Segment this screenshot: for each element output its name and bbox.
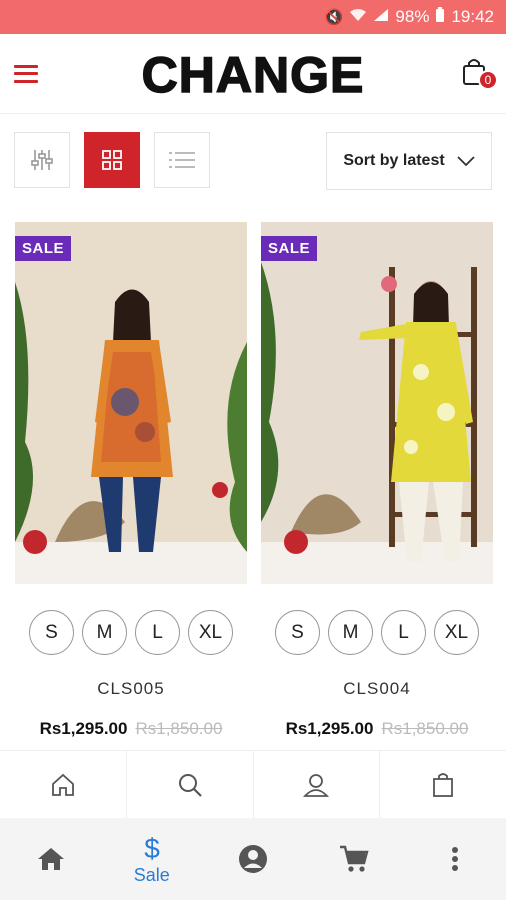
product-title[interactable]: CLS005 bbox=[15, 679, 247, 699]
sliders-icon bbox=[31, 150, 53, 170]
cart-button[interactable]: 0 bbox=[460, 56, 498, 92]
store-shortcut-bar bbox=[0, 750, 506, 818]
search-icon bbox=[178, 773, 202, 797]
clock: 19:42 bbox=[451, 7, 494, 26]
cart-shortcut[interactable] bbox=[380, 751, 506, 818]
sort-dropdown[interactable]: Sort by latest bbox=[326, 132, 492, 190]
sort-label: Sort by latest bbox=[343, 152, 445, 169]
home-outline-icon bbox=[51, 773, 74, 796]
original-price: Rs1,850.00 bbox=[381, 719, 469, 738]
status-bar: 🔇 98% 19:42 bbox=[0, 0, 506, 34]
size-option[interactable]: S bbox=[275, 610, 320, 655]
wifi-icon bbox=[349, 8, 367, 26]
brand-logo[interactable]: CHANGE bbox=[141, 46, 365, 104]
size-option[interactable]: XL bbox=[188, 610, 233, 655]
size-options: S M L XL bbox=[15, 610, 247, 655]
nav-sale-label: Sale bbox=[133, 864, 170, 885]
size-option[interactable]: S bbox=[29, 610, 74, 655]
battery-icon bbox=[435, 7, 445, 27]
nav-more[interactable] bbox=[405, 818, 506, 900]
dollar-icon: $ bbox=[144, 833, 160, 863]
sale-badge: SALE bbox=[261, 236, 318, 261]
home-icon bbox=[37, 848, 64, 870]
shopping-bag-icon bbox=[433, 772, 454, 797]
menu-icon[interactable] bbox=[14, 64, 38, 83]
size-options: S M L XL bbox=[261, 610, 493, 655]
filter-button[interactable] bbox=[14, 132, 70, 188]
svg-text:$: $ bbox=[144, 833, 160, 863]
sale-price: Rs1,295.00 bbox=[39, 719, 128, 738]
account-shortcut[interactable] bbox=[254, 751, 381, 818]
grid-icon bbox=[102, 150, 122, 170]
toolbar: Sort by latest bbox=[0, 114, 506, 224]
home-shortcut[interactable] bbox=[0, 751, 127, 818]
mute-icon: 🔇 bbox=[324, 9, 344, 26]
product-image[interactable]: SALE bbox=[261, 222, 493, 584]
nav-cart[interactable] bbox=[304, 818, 405, 900]
search-shortcut[interactable] bbox=[127, 751, 254, 818]
size-option[interactable]: L bbox=[381, 610, 426, 655]
product-card[interactable]: SALE S M L XL CLS004 Rs1,295.00 Rs1,850.0… bbox=[261, 222, 493, 739]
sale-badge: SALE bbox=[15, 236, 72, 261]
nav-account[interactable] bbox=[202, 818, 303, 900]
signal-icon bbox=[373, 8, 389, 26]
chevron-down-icon bbox=[457, 156, 475, 166]
more-vertical-icon bbox=[452, 847, 459, 871]
grid-view-button[interactable] bbox=[84, 132, 140, 188]
cart-count-badge: 0 bbox=[478, 69, 498, 90]
price-row: Rs1,295.00 Rs1,850.00 bbox=[261, 719, 493, 739]
shopping-cart-icon bbox=[340, 845, 369, 872]
nav-sale[interactable]: $ Sale bbox=[101, 818, 202, 900]
size-option[interactable]: XL bbox=[434, 610, 479, 655]
user-icon bbox=[303, 773, 330, 797]
bottom-navigation: $ Sale bbox=[0, 818, 506, 900]
battery-percent: 98% bbox=[395, 7, 430, 26]
size-option[interactable]: L bbox=[135, 610, 180, 655]
nav-home[interactable] bbox=[0, 818, 101, 900]
list-view-button[interactable] bbox=[154, 132, 210, 188]
list-icon bbox=[169, 152, 195, 168]
product-card[interactable]: SALE S M L XL CLS005 Rs1,295.00 Rs1,850.0… bbox=[15, 222, 247, 739]
size-option[interactable]: M bbox=[328, 610, 373, 655]
product-image[interactable]: SALE bbox=[15, 222, 247, 584]
sale-price: Rs1,295.00 bbox=[285, 719, 374, 738]
price-row: Rs1,295.00 Rs1,850.00 bbox=[15, 719, 247, 739]
original-price: Rs1,850.00 bbox=[135, 719, 223, 738]
account-circle-icon bbox=[239, 845, 267, 873]
product-title[interactable]: CLS004 bbox=[261, 679, 493, 699]
size-option[interactable]: M bbox=[82, 610, 127, 655]
app-header: CHANGE 0 bbox=[0, 34, 506, 114]
